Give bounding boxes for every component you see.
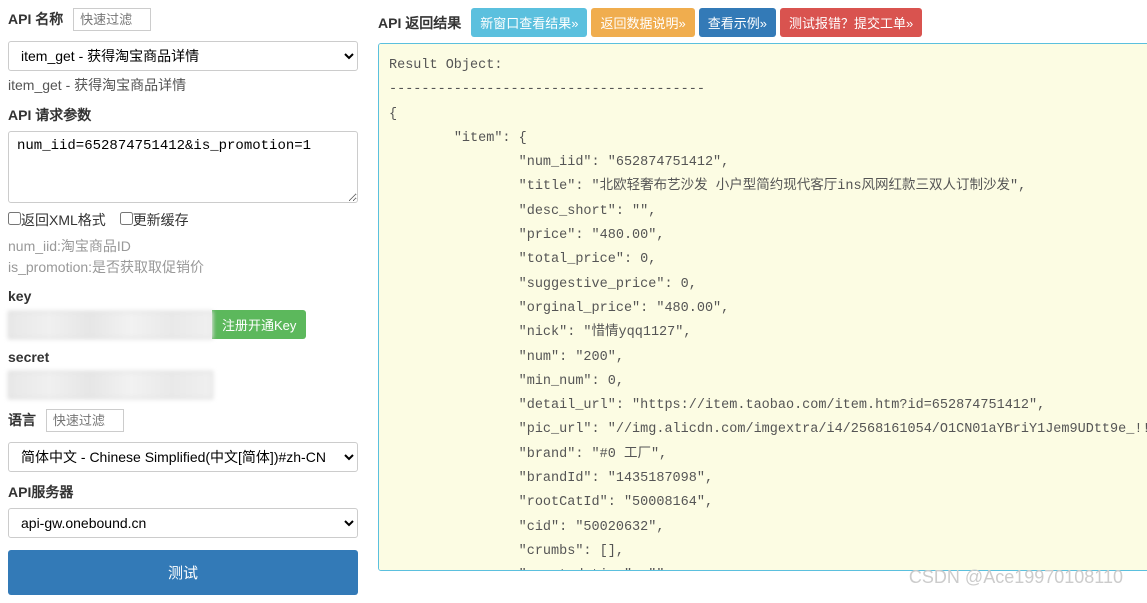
server-select[interactable]: api-gw.onebound.cn: [8, 508, 358, 538]
api-select[interactable]: item_get - 获得淘宝商品详情: [8, 41, 358, 71]
cache-checkbox[interactable]: [120, 212, 133, 225]
api-name-label: API 名称: [8, 9, 63, 29]
xml-checkbox[interactable]: [8, 212, 21, 225]
register-key-button[interactable]: 注册开通Key: [212, 310, 306, 339]
params-textarea[interactable]: [8, 131, 358, 203]
server-label: API服务器: [8, 482, 358, 502]
api-filter-input[interactable]: [73, 8, 151, 31]
ticket-button[interactable]: 测试报错？提交工单»: [780, 8, 922, 37]
cache-checkbox-label[interactable]: 更新缓存: [120, 212, 189, 228]
secret-label: secret: [8, 349, 358, 365]
result-label: API 返回结果: [378, 13, 461, 33]
result-output[interactable]: Result Object: -------------------------…: [378, 43, 1147, 571]
left-panel: API 名称 item_get - 获得淘宝商品详情 item_get - 获得…: [8, 8, 358, 595]
xml-checkbox-label[interactable]: 返回XML格式: [8, 212, 106, 228]
hint-numiid: num_iid:淘宝商品ID: [8, 236, 358, 257]
req-params-label: API 请求参数: [8, 105, 358, 125]
data-doc-button[interactable]: 返回数据说明»: [591, 8, 694, 37]
example-button[interactable]: 查看示例»: [699, 8, 776, 37]
key-input[interactable]: [8, 311, 213, 339]
new-window-button[interactable]: 新窗口查看结果»: [471, 8, 587, 37]
hint-promo: is_promotion:是否获取取促销价: [8, 257, 358, 278]
lang-select[interactable]: 简体中文 - Chinese Simplified(中文[简体])#zh-CN: [8, 442, 358, 472]
secret-input[interactable]: [8, 371, 213, 399]
api-selected-text: item_get - 获得淘宝商品详情: [8, 75, 358, 95]
lang-filter-input[interactable]: [46, 409, 124, 432]
right-panel: API 返回结果 新窗口查看结果» 返回数据说明» 查看示例» 测试报错？提交工…: [378, 8, 1147, 595]
test-button[interactable]: 测试: [8, 550, 358, 595]
lang-label: 语言: [8, 410, 36, 430]
key-label: key: [8, 288, 358, 304]
